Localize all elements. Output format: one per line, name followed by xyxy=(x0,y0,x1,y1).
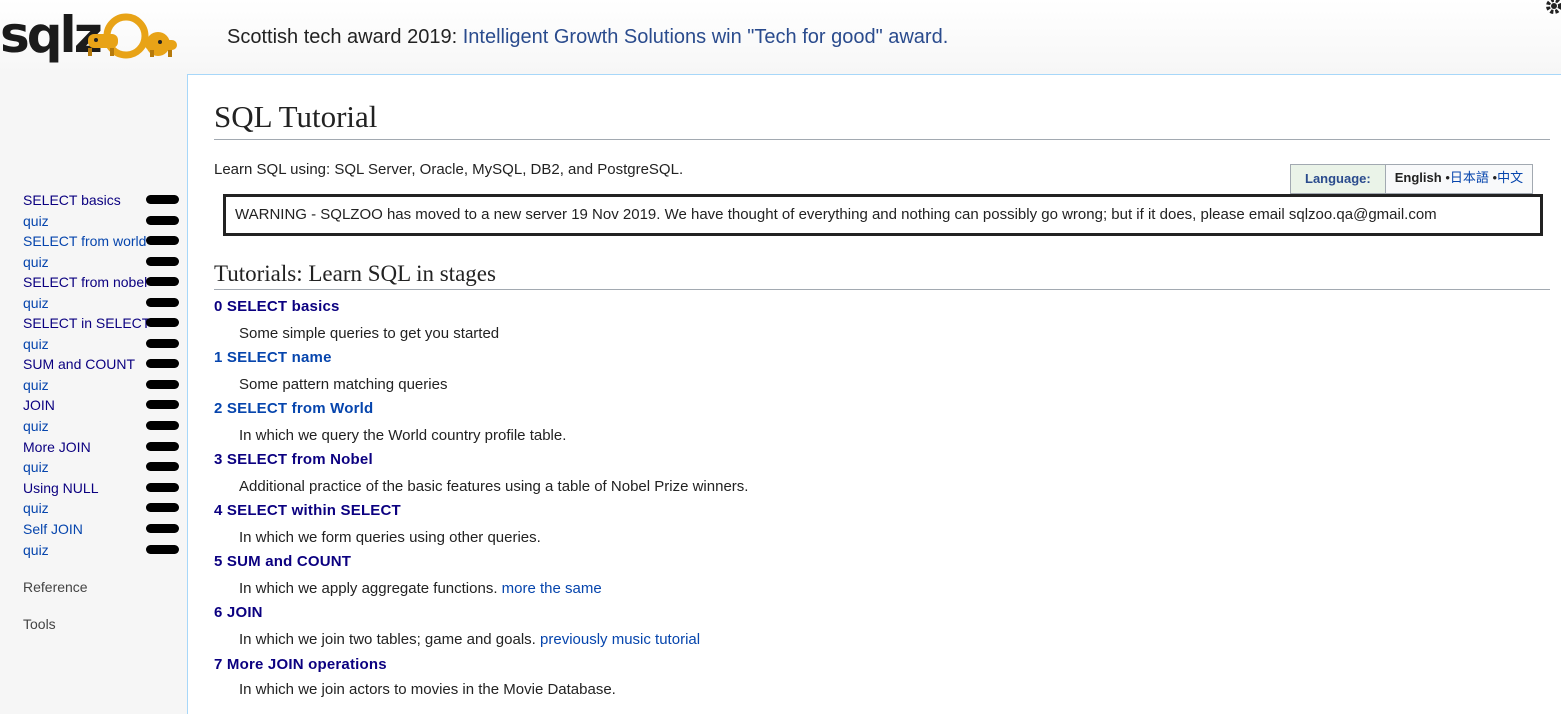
tutorial-link-select-from-nobel[interactable]: 3 SELECT from Nobel xyxy=(214,451,373,468)
progress-bar xyxy=(146,442,179,451)
progress-bar xyxy=(146,195,179,204)
language-list: English •日本語 •中文 xyxy=(1385,165,1533,193)
progress-bar xyxy=(146,359,179,368)
sidebar-item-quiz[interactable]: quiz xyxy=(23,498,179,518)
language-link-chinese[interactable]: 中文 xyxy=(1497,170,1523,185)
sidebar-item-quiz[interactable]: quiz xyxy=(23,457,179,477)
sidebar-item-self-join[interactable]: Self JOIN xyxy=(23,519,179,539)
tutorial-link-select-basics[interactable]: 0 SELECT basics xyxy=(214,298,340,315)
progress-bar xyxy=(146,503,179,512)
sidebar-item-quiz[interactable]: quiz xyxy=(23,540,179,560)
tutorial-link-select-within-select[interactable]: 4 SELECT within SELECT xyxy=(214,502,401,519)
sidebar-item-label[interactable]: Using NULL xyxy=(23,478,98,498)
sidebar-item-label[interactable]: quiz xyxy=(23,334,49,354)
gear-icon[interactable] xyxy=(1540,0,1561,24)
sidebar-item-select-basics[interactable]: SELECT basics xyxy=(23,190,179,210)
tutorial-description: In which we apply aggregate functions. m… xyxy=(239,580,602,597)
sidebar-item-label[interactable]: SUM and COUNT xyxy=(23,354,135,374)
progress-bar xyxy=(146,462,179,471)
svg-text:sqlz: sqlz xyxy=(0,6,101,64)
tutorial-extra-link[interactable]: more the same xyxy=(502,580,602,597)
page-title: SQL Tutorial xyxy=(214,97,1550,140)
sidebar-item-label[interactable]: More JOIN xyxy=(23,437,91,457)
tutorial-description-text: In which we apply aggregate functions. xyxy=(239,580,498,597)
sidebar-item-label[interactable]: Self JOIN xyxy=(23,519,83,539)
site-logo[interactable]: sqlz xyxy=(0,0,185,70)
sidebar-item-quiz[interactable]: quiz xyxy=(23,211,179,231)
sidebar-item-label[interactable]: quiz xyxy=(23,457,49,477)
tutorial-description: Some simple queries to get you started xyxy=(239,325,500,342)
progress-bar xyxy=(146,339,179,348)
sidebar-item-using-null[interactable]: Using NULL xyxy=(23,478,179,498)
tutorial-link-join[interactable]: 6 JOIN xyxy=(214,604,263,621)
sidebar: SELECT basics quiz SELECT from world qui… xyxy=(0,74,187,697)
page-header: sqlz Scottish tech award 2019: Intellige… xyxy=(0,0,1561,74)
tutorial-extra-link[interactable]: previously music tutorial xyxy=(540,631,700,648)
sidebar-item-label[interactable]: SELECT in SELECT xyxy=(23,313,150,333)
sidebar-item-sum-and-count[interactable]: SUM and COUNT xyxy=(23,354,179,374)
progress-bar xyxy=(146,298,179,307)
progress-bar xyxy=(146,421,179,430)
tutorial-description: Some pattern matching queries xyxy=(239,376,448,393)
sidebar-item-more-join[interactable]: More JOIN xyxy=(23,437,179,457)
tutorial-description: In which we form queries using other que… xyxy=(239,529,541,546)
progress-bar xyxy=(146,400,179,409)
sidebar-item-label[interactable]: SELECT from nobel xyxy=(23,272,147,292)
sidebar-item-label[interactable]: SELECT basics xyxy=(23,190,121,210)
progress-bar xyxy=(146,524,179,533)
sidebar-item-quiz[interactable]: quiz xyxy=(23,375,179,395)
sidebar-item-label[interactable]: quiz xyxy=(23,416,49,436)
site-notice: Scottish tech award 2019: Intelligent Gr… xyxy=(227,26,948,49)
tutorial-link-more-join[interactable]: 7 More JOIN operations xyxy=(214,656,387,673)
intro-text: Learn SQL using: SQL Server, Oracle, MyS… xyxy=(214,161,684,178)
sidebar-portal-reference[interactable]: Reference xyxy=(23,579,88,595)
tutorial-link-select-name[interactable]: 1 SELECT name xyxy=(214,349,332,366)
main-content: SQL Tutorial Learn SQL using: SQL Server… xyxy=(187,74,1561,714)
language-current: English xyxy=(1394,170,1442,185)
progress-bar xyxy=(146,277,179,286)
tutorial-description: Additional practice of the basic feature… xyxy=(239,478,749,495)
sidebar-item-label[interactable]: quiz xyxy=(23,375,49,395)
sidebar-item-label[interactable]: quiz xyxy=(23,293,49,313)
tutorial-description: In which we join actors to movies in the… xyxy=(239,681,616,698)
tutorial-description-text: In which we join two tables; game and go… xyxy=(239,631,536,648)
tutorial-description: In which we query the World country prof… xyxy=(239,427,567,444)
progress-bar xyxy=(146,216,179,225)
sidebar-item-join[interactable]: JOIN xyxy=(23,395,179,415)
progress-bar xyxy=(146,545,179,554)
sidebar-item-quiz[interactable]: quiz xyxy=(23,252,179,272)
progress-bar xyxy=(146,380,179,389)
tutorial-link-select-from-world[interactable]: 2 SELECT from World xyxy=(214,400,373,417)
site-notice-link[interactable]: Intelligent Growth Solutions win "Tech f… xyxy=(463,26,949,48)
sidebar-item-label[interactable]: JOIN xyxy=(23,395,55,415)
section-heading: Tutorials: Learn SQL in stages xyxy=(214,259,1550,290)
sidebar-item-label[interactable]: quiz xyxy=(23,540,49,560)
sidebar-item-label[interactable]: SELECT from world xyxy=(23,231,146,251)
progress-bar xyxy=(146,257,179,266)
progress-bar xyxy=(146,236,179,245)
sidebar-item-label[interactable]: quiz xyxy=(23,498,49,518)
sidebar-item-quiz[interactable]: quiz xyxy=(23,416,179,436)
sidebar-item-select-from-nobel[interactable]: SELECT from nobel xyxy=(23,272,179,292)
tutorial-link-sum-and-count[interactable]: 5 SUM and COUNT xyxy=(214,553,351,570)
language-selector: Language: English •日本語 •中文 xyxy=(1290,164,1534,194)
language-label: Language: xyxy=(1291,165,1386,193)
tutorial-description: In which we join two tables; game and go… xyxy=(239,631,700,648)
site-notice-text: Scottish tech award 2019: xyxy=(227,26,458,48)
sidebar-portal-tools[interactable]: Tools xyxy=(23,616,56,632)
progress-bar xyxy=(146,318,179,327)
sidebar-item-quiz[interactable]: quiz xyxy=(23,334,179,354)
sidebar-item-quiz[interactable]: quiz xyxy=(23,293,179,313)
warning-box: WARNING - SQLZOO has moved to a new serv… xyxy=(223,194,1543,236)
language-link-japanese[interactable]: 日本語 xyxy=(1450,170,1489,185)
sidebar-item-label[interactable]: quiz xyxy=(23,211,49,231)
sidebar-item-select-in-select[interactable]: SELECT in SELECT xyxy=(23,313,179,333)
sidebar-item-label[interactable]: quiz xyxy=(23,252,49,272)
sidebar-item-select-from-world[interactable]: SELECT from world xyxy=(23,231,179,251)
progress-bar xyxy=(146,483,179,492)
